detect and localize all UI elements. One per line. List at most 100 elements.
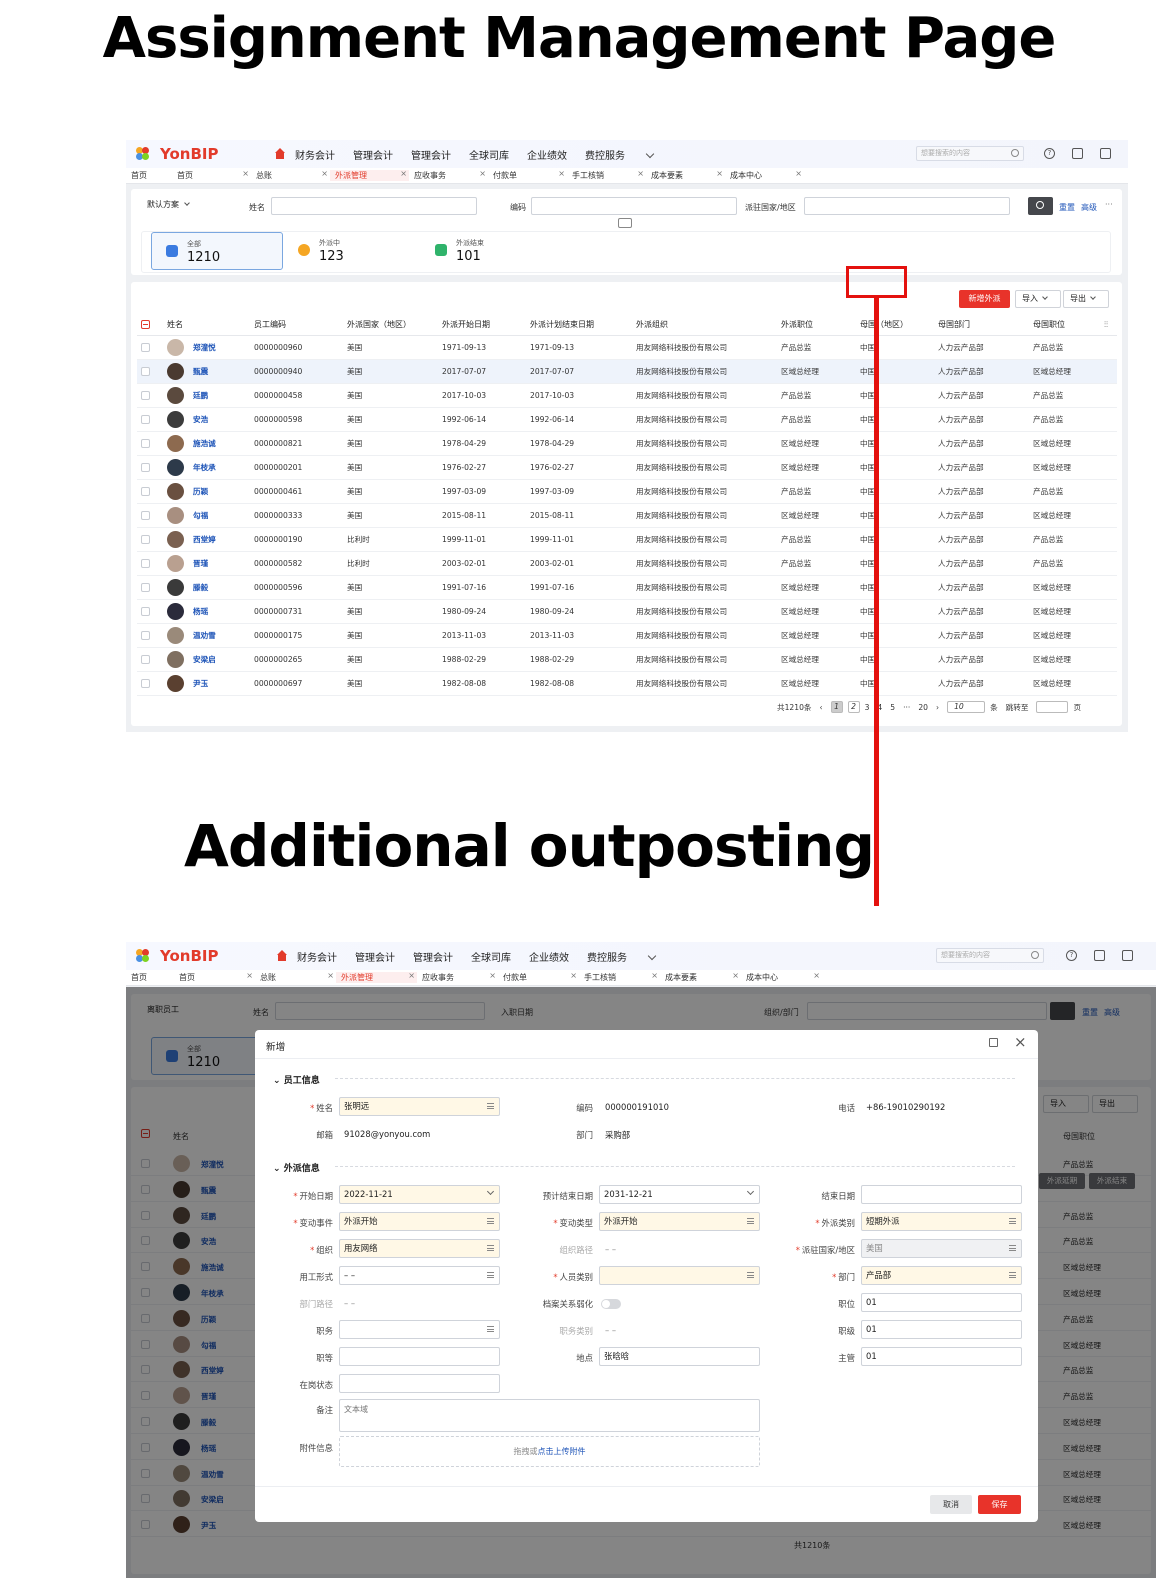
employee-name-link[interactable]: 廷鹏 bbox=[193, 391, 208, 400]
employee-name-cell[interactable]: 温劝雪 bbox=[163, 623, 250, 648]
remark-textarea[interactable] bbox=[339, 1399, 760, 1432]
brand-logo[interactable]: YonBIP bbox=[136, 145, 261, 163]
table-row[interactable]: 安梁启 0000000265 美国 1988-02-29 1988-02-29 用友网络科… bbox=[137, 647, 1117, 672]
tab-item[interactable]: 首页 × bbox=[172, 169, 251, 181]
table-row[interactable]: 廷鹏 0000000458 美国 2017-10-03 2017-10-03 用友网络科技… bbox=[137, 383, 1117, 408]
close-icon[interactable]: × bbox=[716, 169, 723, 178]
archive-toggle[interactable] bbox=[601, 1299, 621, 1309]
stat-all[interactable]: 全部 1210 bbox=[151, 232, 283, 270]
reset-link[interactable]: 重置 bbox=[1059, 202, 1075, 213]
table-row[interactable]: 温劝雪 0000000175 美国 2013-11-03 2013-11-03 用友网络科… bbox=[137, 623, 1117, 648]
employee-name-cell[interactable]: 勾福 bbox=[163, 503, 250, 528]
menu-item[interactable]: 全球司库 bbox=[469, 147, 509, 162]
page-button[interactable]: 3 bbox=[865, 703, 870, 712]
save-button[interactable]: 保存 bbox=[978, 1495, 1021, 1514]
home-icon[interactable] bbox=[273, 148, 287, 160]
row-checkbox[interactable] bbox=[137, 407, 163, 432]
global-search-input[interactable]: 想要搜索的内容 bbox=[916, 146, 1024, 161]
row-checkbox[interactable] bbox=[137, 383, 163, 408]
row-checkbox[interactable] bbox=[137, 647, 163, 672]
row-checkbox[interactable] bbox=[137, 623, 163, 648]
menu-item[interactable]: 企业绩效 bbox=[529, 949, 569, 964]
tab-item[interactable]: 首页 × bbox=[174, 971, 255, 983]
employee-name-link[interactable]: 安浩 bbox=[193, 415, 208, 424]
prev-page-icon[interactable]: ‹ bbox=[820, 703, 823, 712]
table-row[interactable]: 尹玉 0000000697 美国 1982-08-08 1982-08-08 用友网络科技… bbox=[137, 671, 1117, 696]
chevron-down-icon[interactable] bbox=[645, 149, 655, 159]
employee-name-link[interactable]: 郑潼悦 bbox=[193, 343, 216, 352]
menu-item[interactable]: 管理会计 bbox=[353, 147, 393, 162]
employee-name-link[interactable]: 晋瑾 bbox=[193, 559, 208, 568]
advanced-link[interactable]: 高级 bbox=[1081, 202, 1097, 213]
category-field[interactable]: 短期外派 bbox=[861, 1212, 1022, 1231]
close-icon[interactable]: × bbox=[400, 169, 407, 178]
name-field[interactable]: 张明远 bbox=[339, 1097, 500, 1116]
table-row[interactable]: 年枝承 0000000201 美国 1976-02-27 1976-02-27 用友网络科… bbox=[137, 455, 1117, 480]
tab-item[interactable]: 总账 × bbox=[251, 169, 330, 181]
table-row[interactable]: 郑潼悦 0000000960 美国 1971-09-13 1971-09-13 用友网络科… bbox=[137, 335, 1117, 360]
menu-item[interactable]: 费控服务 bbox=[585, 147, 625, 162]
menu-item[interactable]: 管理会计 bbox=[355, 949, 395, 964]
table-row[interactable]: 滕毅 0000000596 美国 1991-07-16 1991-07-16 用友网络科技… bbox=[137, 575, 1117, 600]
stat-assigned[interactable]: 外派中 123 bbox=[284, 232, 416, 270]
employee-name-cell[interactable]: 滕毅 bbox=[163, 575, 250, 600]
column-header[interactable]: 母国职位 bbox=[1029, 315, 1100, 336]
tab-item[interactable]: 成本要素 × bbox=[646, 169, 725, 181]
calendar-icon[interactable] bbox=[1100, 148, 1111, 159]
tab-item[interactable]: 成本要素 × bbox=[660, 971, 741, 983]
export-button[interactable]: 导出 bbox=[1063, 290, 1109, 308]
status-field[interactable] bbox=[339, 1374, 500, 1393]
menu-item[interactable]: 全球司库 bbox=[471, 949, 511, 964]
filter-country-input[interactable] bbox=[804, 197, 1010, 215]
close-icon[interactable]: × bbox=[570, 971, 577, 980]
global-search-input[interactable]: 想要搜索的内容 bbox=[936, 948, 1044, 963]
import-button[interactable]: 导入 bbox=[1015, 290, 1061, 308]
column-header[interactable]: 外派职位 bbox=[777, 315, 856, 336]
help-icon[interactable]: ? bbox=[1044, 148, 1055, 159]
tab-item-active[interactable]: 外派管理 × bbox=[336, 971, 417, 983]
page-size-select[interactable]: 10 bbox=[947, 701, 986, 713]
employee-name-link[interactable]: 西堂婷 bbox=[193, 535, 216, 544]
column-header[interactable]: 母国部门 bbox=[934, 315, 1029, 336]
close-icon[interactable]: × bbox=[637, 169, 644, 178]
table-row[interactable]: 安浩 0000000598 美国 1992-06-14 1992-06-14 用友网络科技… bbox=[137, 407, 1117, 432]
row-checkbox[interactable] bbox=[137, 359, 163, 384]
tab-item[interactable]: 总账 × bbox=[255, 971, 336, 983]
section-employee[interactable]: ⌄ 员工信息 bbox=[273, 1073, 1015, 1086]
collapse-toggle-icon[interactable] bbox=[618, 218, 632, 228]
close-icon[interactable]: × bbox=[246, 971, 253, 980]
close-icon[interactable]: × bbox=[242, 169, 249, 178]
table-row[interactable]: 施浩诚 0000000821 美国 1978-04-29 1978-04-29 用友网络科… bbox=[137, 431, 1117, 456]
close-icon[interactable]: × bbox=[327, 971, 334, 980]
employee-name-link[interactable]: 杨瑶 bbox=[193, 607, 208, 616]
close-icon[interactable]: × bbox=[795, 169, 802, 178]
employee-name-link[interactable]: 勾福 bbox=[193, 511, 208, 520]
employee-name-cell[interactable]: 历颖 bbox=[163, 479, 250, 504]
employee-name-link[interactable]: 尹玉 bbox=[193, 679, 208, 688]
help-icon[interactable]: ? bbox=[1066, 950, 1077, 961]
menu-item[interactable]: 财务会计 bbox=[297, 949, 337, 964]
brand-logo[interactable]: YonBIP bbox=[136, 947, 261, 965]
table-row[interactable]: 历颖 0000000461 美国 1997-03-09 1997-03-09 用友网络科技… bbox=[137, 479, 1117, 504]
maximize-icon[interactable] bbox=[989, 1038, 998, 1047]
employee-name-cell[interactable]: 尹玉 bbox=[163, 671, 250, 696]
next-page-icon[interactable]: › bbox=[936, 703, 939, 712]
close-icon[interactable]: × bbox=[321, 169, 328, 178]
employee-name-link[interactable]: 施浩诚 bbox=[193, 439, 216, 448]
close-icon[interactable]: × bbox=[1014, 1033, 1027, 1051]
tab-item[interactable]: 付款单 × bbox=[498, 971, 579, 983]
employee-name-cell[interactable]: 安梁启 bbox=[163, 647, 250, 672]
event-field[interactable]: 外派开始 bbox=[339, 1212, 500, 1231]
goto-page-input[interactable] bbox=[1036, 701, 1069, 713]
tab-item[interactable]: 成本中心 × bbox=[725, 169, 804, 181]
column-header[interactable]: 外派国家（地区） bbox=[343, 315, 438, 336]
employee-name-cell[interactable]: 郑潼悦 bbox=[163, 335, 250, 360]
employee-name-link[interactable]: 历颖 bbox=[193, 487, 208, 496]
employee-name-link[interactable]: 安梁启 bbox=[193, 655, 216, 664]
tab-item[interactable]: 应收事务 × bbox=[417, 971, 498, 983]
search-button[interactable] bbox=[1028, 197, 1053, 215]
column-header[interactable]: 外派计划结束日期 bbox=[526, 315, 632, 336]
employee-name-cell[interactable]: 廷鹏 bbox=[163, 383, 250, 408]
message-icon[interactable] bbox=[1094, 950, 1105, 961]
row-checkbox[interactable] bbox=[137, 431, 163, 456]
